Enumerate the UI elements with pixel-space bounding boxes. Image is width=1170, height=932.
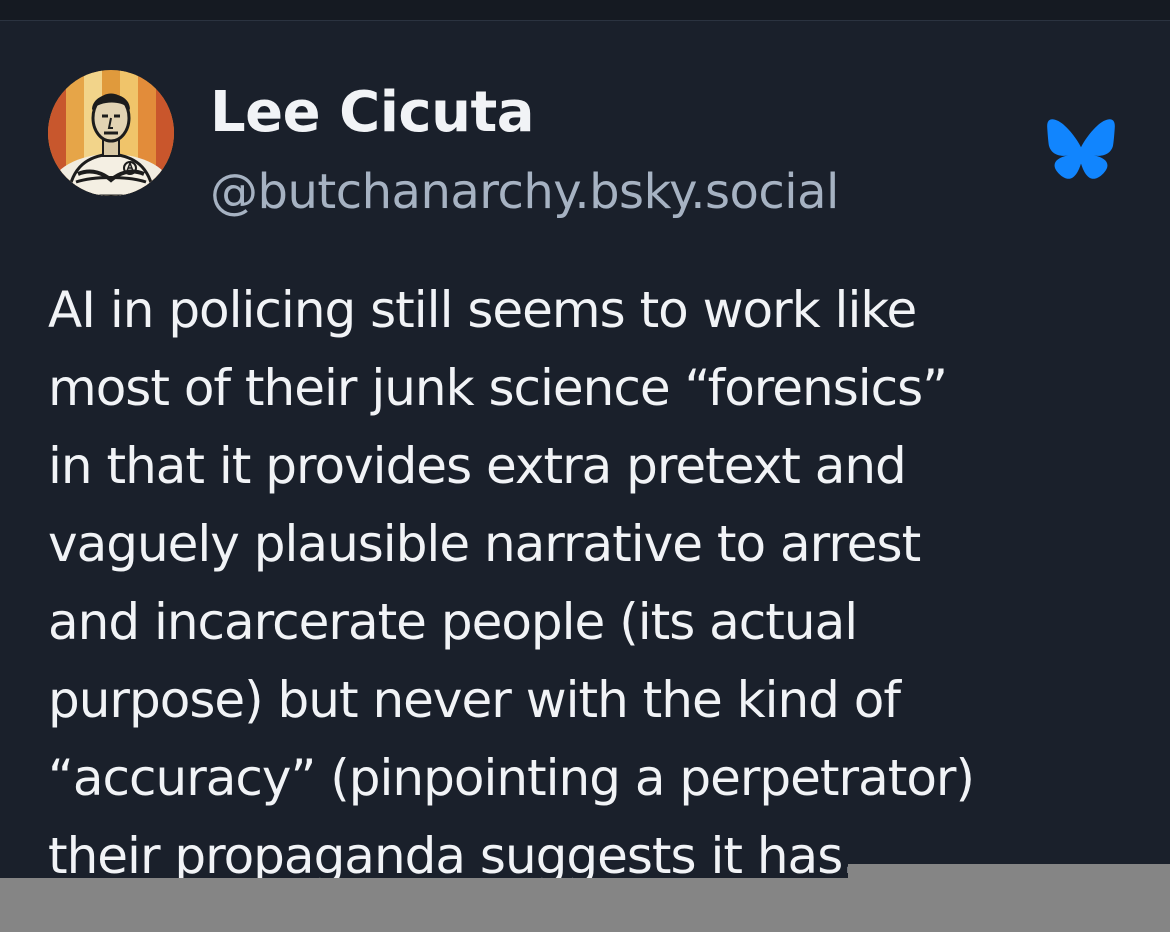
post-text-line: vaguely plausible narrative to arrest — [48, 515, 921, 573]
post-screenshot: Lee Cicuta @butchanarchy.bsky.social AI … — [0, 0, 1170, 932]
portrait-avatar-icon — [48, 70, 174, 196]
post-text-line: AI in policing still seems to work like — [48, 281, 917, 339]
crop-overlay-band — [0, 878, 1170, 932]
post-text-line: most of their junk science “forensics” — [48, 359, 948, 417]
top-divider — [0, 0, 1170, 21]
author-handle[interactable]: @butchanarchy.bsky.social — [210, 160, 839, 224]
avatar[interactable] — [48, 70, 174, 196]
post-text-line: purpose) but never with the kind of — [48, 671, 901, 729]
post-body: AI in policing still seems to work like … — [48, 271, 1148, 895]
post-text-line: in that it provides extra pretext and — [48, 437, 907, 495]
post-text-line: and incarcerate people (its actual — [48, 593, 858, 651]
bluesky-butterfly-icon[interactable] — [1046, 118, 1116, 180]
post-text-line: “accuracy” (pinpointing a perpetrator) — [48, 749, 975, 807]
author-display-name[interactable]: Lee Cicuta — [210, 78, 535, 148]
